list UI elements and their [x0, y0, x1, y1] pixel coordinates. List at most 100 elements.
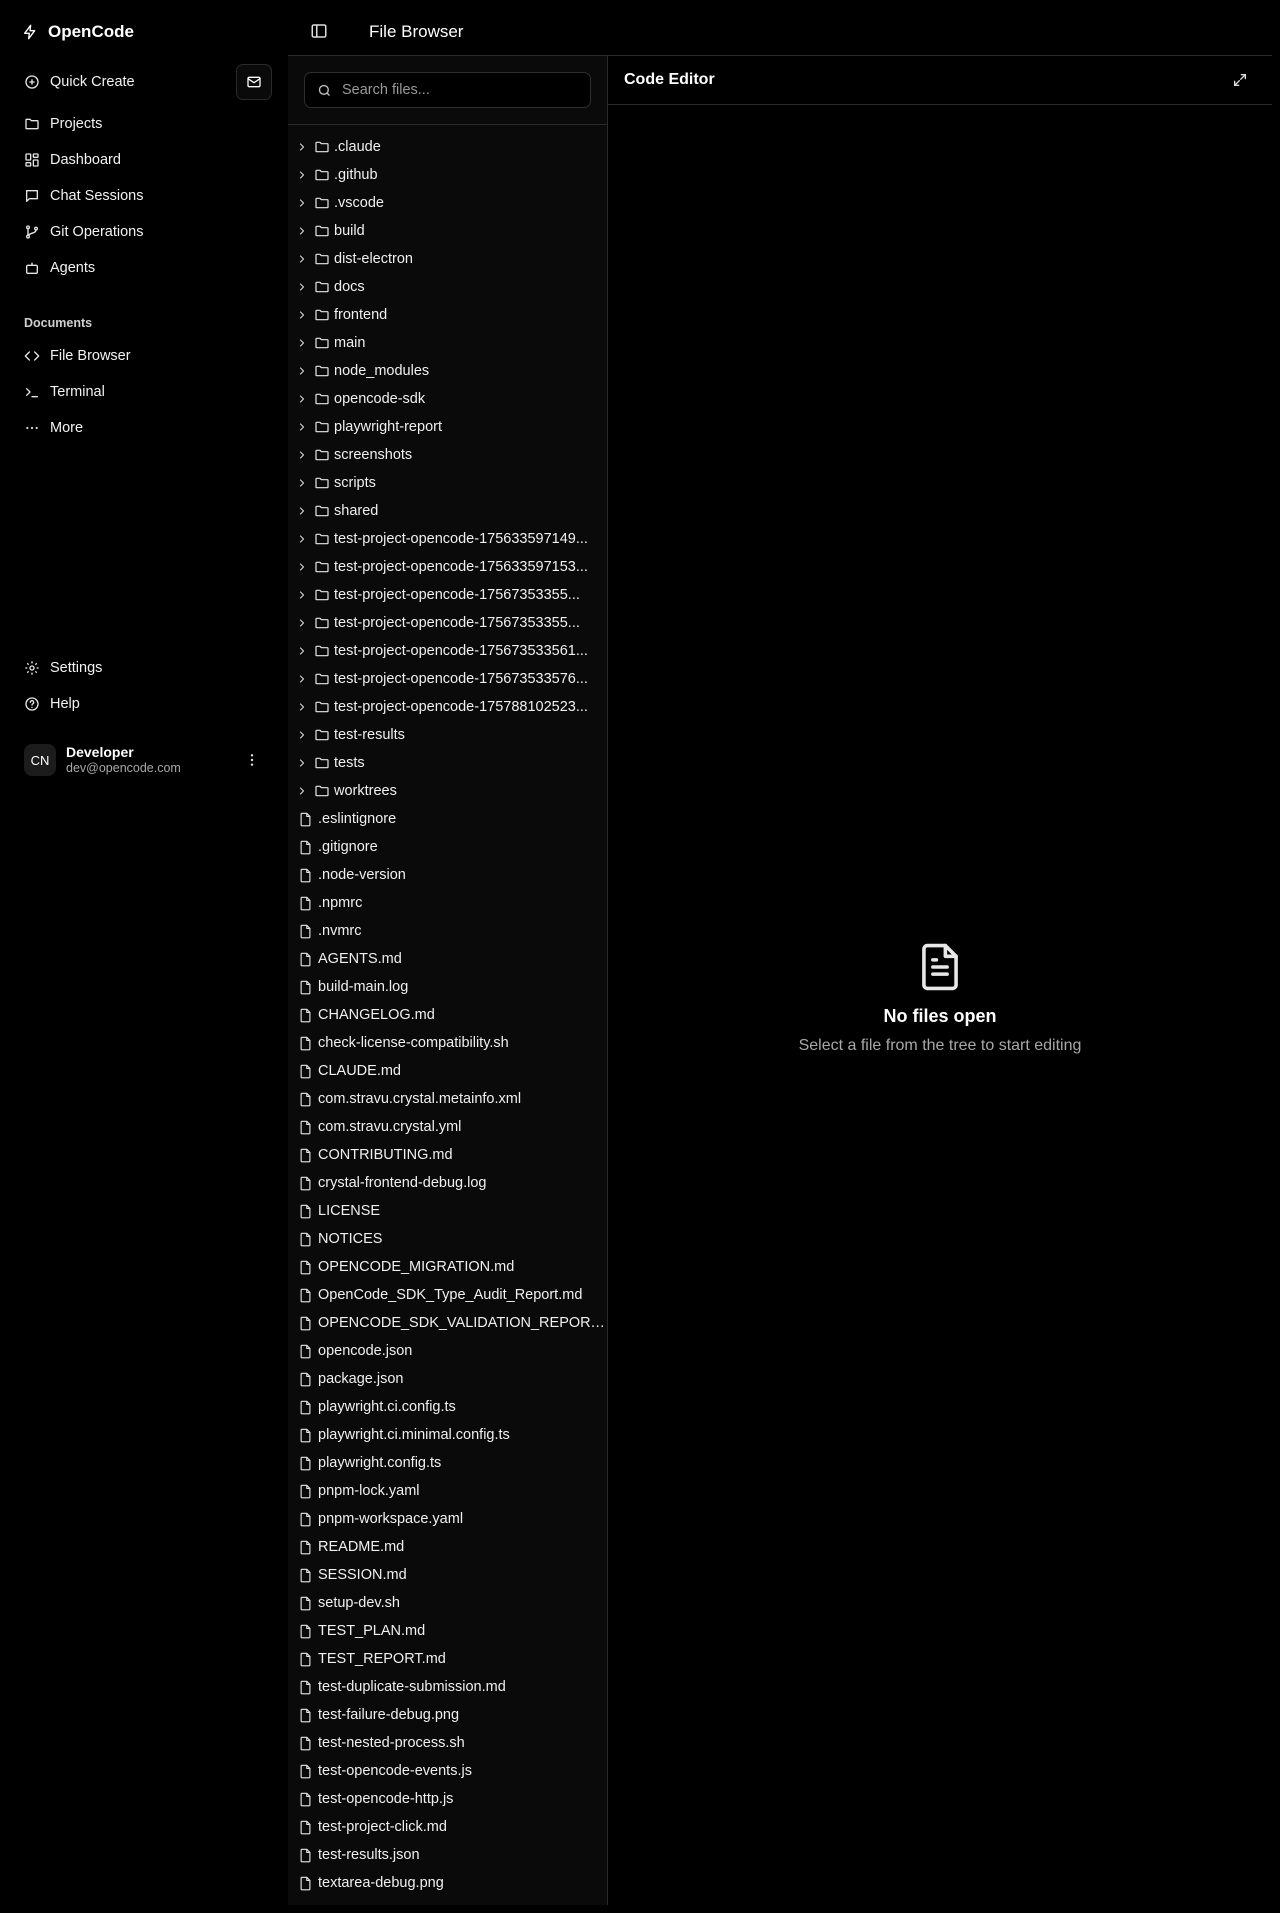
folder-name: test-project-opencode-175673533576... — [334, 671, 588, 687]
tree-folder-row[interactable]: test-project-opencode-175673533576... — [288, 665, 607, 693]
tree-file-row[interactable]: crystal-frontend-debug.log — [288, 1169, 607, 1197]
bot-icon — [26, 262, 38, 274]
search-input[interactable] — [342, 82, 582, 98]
tree-file-row[interactable]: OPENCODE_MIGRATION.md — [288, 1253, 607, 1281]
chevron-right-icon — [299, 171, 305, 179]
sidebar-item-dashboard[interactable]: Dashboard — [12, 144, 274, 176]
sidebar-toggle-icon[interactable] — [310, 22, 328, 40]
tree-folder-row[interactable]: playwright-report — [288, 413, 607, 441]
folder-icon — [315, 645, 329, 657]
tree-file-row[interactable]: CHANGELOG.md — [288, 1001, 607, 1029]
tree-file-row[interactable]: CONTRIBUTING.md — [288, 1141, 607, 1169]
folder-icon — [315, 281, 329, 293]
tree-file-row[interactable]: LICENSE — [288, 1197, 607, 1225]
tree-file-row[interactable]: test-project-click.md — [288, 1813, 607, 1841]
tree-file-row[interactable]: CLAUDE.md — [288, 1057, 607, 1085]
tree-folder-row[interactable]: test-results — [288, 721, 607, 749]
inbox-button[interactable] — [236, 64, 272, 100]
sidebar-item-projects[interactable]: Projects — [12, 108, 274, 140]
sidebar-item-git-operations[interactable]: Git Operations — [12, 216, 274, 248]
file-icon — [300, 924, 311, 938]
tree-folder-row[interactable]: .claude — [288, 133, 607, 161]
tree-file-row[interactable]: pnpm-lock.yaml — [288, 1477, 607, 1505]
tree-folder-row[interactable]: build — [288, 217, 607, 245]
tree-file-row[interactable]: test-failure-debug.png — [288, 1701, 607, 1729]
user-menu[interactable]: CN Developer dev@opencode.com — [12, 740, 274, 780]
tree-file-row[interactable]: .npmrc — [288, 889, 607, 917]
tree-file-row[interactable]: .node-version — [288, 861, 607, 889]
tree-folder-row[interactable]: frontend — [288, 301, 607, 329]
tree-folder-row[interactable]: main — [288, 329, 607, 357]
tree-file-row[interactable]: test-results.json — [288, 1841, 607, 1869]
file-name: com.stravu.crystal.yml — [318, 1119, 462, 1135]
tree-file-row[interactable]: package.json — [288, 1365, 607, 1393]
folder-icon — [315, 533, 329, 545]
tree-folder-row[interactable]: test-project-opencode-17567353355... — [288, 609, 607, 637]
brand[interactable]: OpenCode — [22, 20, 134, 44]
tree-file-row[interactable]: .nvmrc — [288, 917, 607, 945]
tree-folder-row[interactable]: dist-electron — [288, 245, 607, 273]
tree-file-row[interactable]: playwright.config.ts — [288, 1449, 607, 1477]
sidebar-item-terminal[interactable]: Terminal — [12, 376, 274, 408]
expand-icon[interactable] — [1232, 72, 1248, 88]
tree-folder-row[interactable]: screenshots — [288, 441, 607, 469]
folder-name: test-results — [334, 727, 405, 743]
tree-file-row[interactable]: check-license-compatibility.sh — [288, 1029, 607, 1057]
tree-folder-row[interactable]: worktrees — [288, 777, 607, 805]
folder-icon — [315, 589, 329, 601]
tree-file-row[interactable]: TEST_PLAN.md — [288, 1617, 607, 1645]
quick-create-button[interactable]: Quick Create — [12, 66, 274, 98]
tree-folder-row[interactable]: test-project-opencode-175633597153... — [288, 553, 607, 581]
tree-file-row[interactable]: README.md — [288, 1533, 607, 1561]
tree-file-row[interactable]: test-duplicate-submission.md — [288, 1673, 607, 1701]
sidebar-item-file-browser[interactable]: File Browser — [12, 340, 274, 372]
sidebar-item-more[interactable]: More — [12, 412, 274, 444]
tree-file-row[interactable]: textarea-debug.png — [288, 1869, 607, 1897]
tree-file-row[interactable]: NOTICES — [288, 1225, 607, 1253]
tree-file-row[interactable]: playwright.ci.config.ts — [288, 1393, 607, 1421]
folder-icon — [315, 449, 329, 461]
tree-file-row[interactable]: test-opencode-events.js — [288, 1757, 607, 1785]
sidebar-item-chat-sessions[interactable]: Chat Sessions — [12, 180, 274, 212]
tree-file-row[interactable]: OpenCode_SDK_Type_Audit_Report.md — [288, 1281, 607, 1309]
sidebar-item-agents[interactable]: Agents — [12, 252, 274, 284]
tree-folder-row[interactable]: test-project-opencode-175673533561... — [288, 637, 607, 665]
tree-file-row[interactable]: AGENTS.md — [288, 945, 607, 973]
sidebar-item-label: Terminal — [50, 384, 105, 400]
tree-file-row[interactable]: TEST_REPORT.md — [288, 1645, 607, 1673]
tree-file-row[interactable]: test-opencode-http.js — [288, 1785, 607, 1813]
tree-file-row[interactable]: opencode.json — [288, 1337, 607, 1365]
tree-file-row[interactable]: com.stravu.crystal.yml — [288, 1113, 607, 1141]
tree-file-row[interactable]: pnpm-workspace.yaml — [288, 1505, 607, 1533]
tree-folder-row[interactable]: tests — [288, 749, 607, 777]
tree-folder-row[interactable]: opencode-sdk — [288, 385, 607, 413]
tree-file-row[interactable]: com.stravu.crystal.metainfo.xml — [288, 1085, 607, 1113]
tree-file-row[interactable]: .gitignore — [288, 833, 607, 861]
sidebar-item-settings[interactable]: Settings — [12, 652, 274, 684]
tree-folder-row[interactable]: .github — [288, 161, 607, 189]
kebab-menu-icon[interactable] — [244, 752, 260, 768]
tree-folder-row[interactable]: test-project-opencode-175633597149... — [288, 525, 607, 553]
file-icon — [300, 1848, 311, 1862]
tree-file-row[interactable]: SESSION.md — [288, 1561, 607, 1589]
folder-name: tests — [334, 755, 365, 771]
tree-file-row[interactable]: .eslintignore — [288, 805, 607, 833]
sidebar-item-label: File Browser — [50, 348, 131, 364]
tree-file-row[interactable]: test-nested-process.sh — [288, 1729, 607, 1757]
tree-file-row[interactable]: build-main.log — [288, 973, 607, 1001]
tree-folder-row[interactable]: test-project-opencode-17567353355... — [288, 581, 607, 609]
tree-folder-row[interactable]: .vscode — [288, 189, 607, 217]
tree-folder-row[interactable]: docs — [288, 273, 607, 301]
tree-folder-row[interactable]: node_modules — [288, 357, 607, 385]
file-icon — [300, 1148, 311, 1162]
tree-folder-row[interactable]: test-project-opencode-175788102523... — [288, 693, 607, 721]
tree-file-row[interactable]: setup-dev.sh — [288, 1589, 607, 1617]
file-name: test-opencode-events.js — [318, 1763, 472, 1779]
sidebar-item-help[interactable]: Help — [12, 688, 274, 720]
tree-file-row[interactable]: OPENCODE_SDK_VALIDATION_REPORT.... — [288, 1309, 607, 1337]
search-box[interactable] — [304, 72, 591, 108]
tree-folder-row[interactable]: scripts — [288, 469, 607, 497]
tree-file-row[interactable]: playwright.ci.minimal.config.ts — [288, 1421, 607, 1449]
tree-folder-row[interactable]: shared — [288, 497, 607, 525]
file-name: AGENTS.md — [318, 951, 402, 967]
